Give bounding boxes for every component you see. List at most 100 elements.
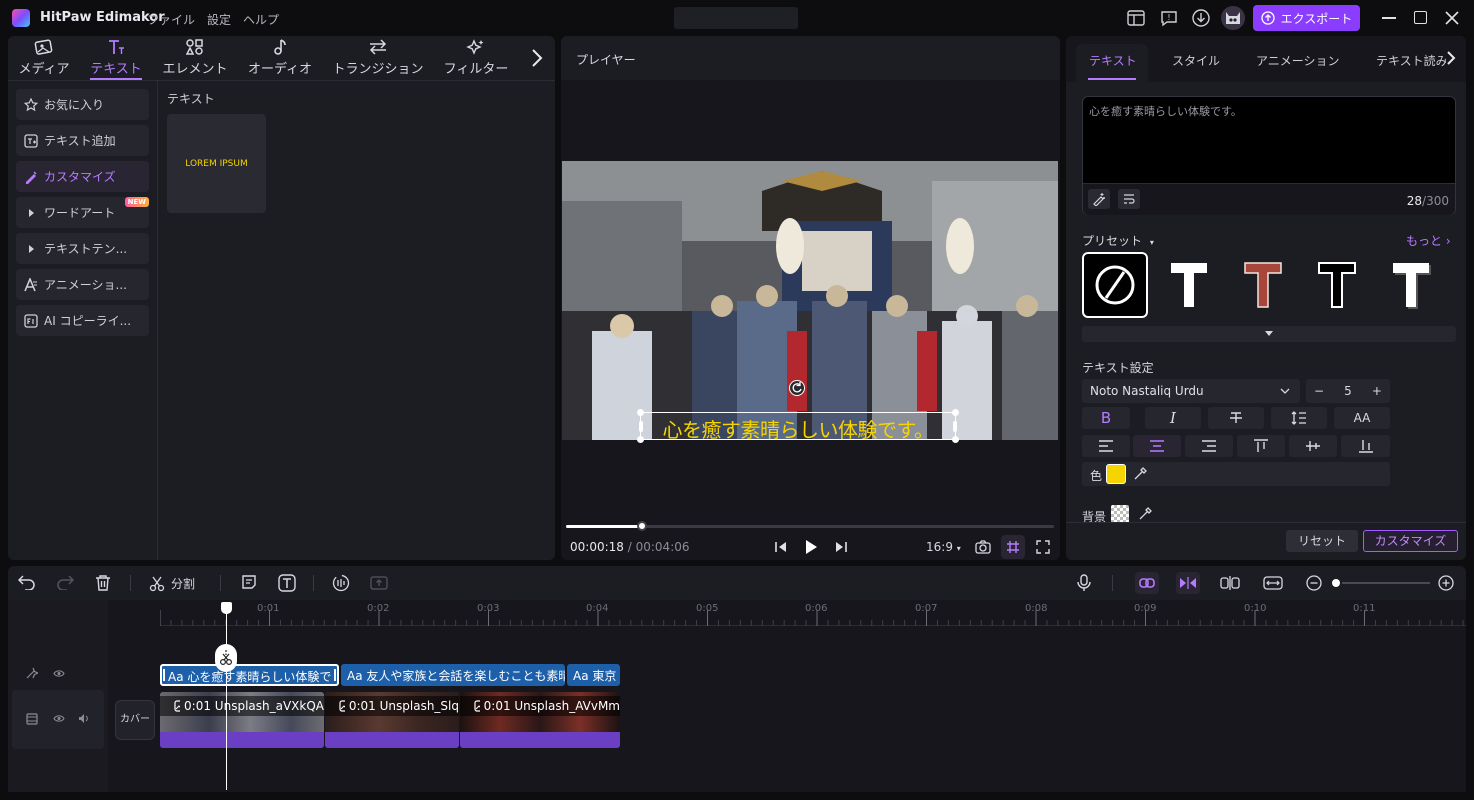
sidebar-item-animation[interactable]: アニメーショ... <box>16 269 149 300</box>
split-button[interactable]: 分割 <box>149 575 195 592</box>
uppercase-button[interactable]: AA <box>1334 407 1390 429</box>
eyedropper-icon[interactable] <box>1133 467 1147 481</box>
play-icon[interactable] <box>804 539 818 555</box>
strikethrough-button[interactable] <box>1208 407 1264 429</box>
align-middle-button[interactable] <box>1289 435 1337 457</box>
color-swatch[interactable] <box>1106 464 1126 484</box>
playback-progress-track[interactable] <box>566 521 1054 531</box>
text-template-card[interactable]: LOREM IPSUM <box>167 114 266 213</box>
eyedropper-icon[interactable] <box>1138 507 1152 521</box>
align-right-button[interactable] <box>1185 435 1233 457</box>
menu-file[interactable]: ファイル <box>147 11 195 28</box>
zoom-slider-track[interactable] <box>1330 582 1430 584</box>
aspect-ratio-select[interactable]: 16:9 ▾ <box>926 540 961 554</box>
menu-settings[interactable]: 設定 <box>207 11 231 28</box>
export-button[interactable]: エクスポート <box>1253 5 1360 31</box>
font-size-stepper[interactable]: − 5 + <box>1306 379 1390 403</box>
align-left-button[interactable] <box>1082 435 1130 457</box>
text-clip[interactable]: Aa 友人や家族と会話を楽しむことも素晴 <box>341 664 565 686</box>
zoom-in-icon[interactable] <box>1438 575 1454 591</box>
eye-icon[interactable] <box>53 714 65 723</box>
volume-icon[interactable] <box>78 713 90 724</box>
tab-text-settings[interactable]: テキスト <box>1089 52 1137 69</box>
resize-handle[interactable] <box>639 421 643 432</box>
sidebar-item-text-template[interactable]: テキストテン... <box>16 233 149 264</box>
zoom-out-icon[interactable] <box>1306 575 1322 591</box>
line-spacing-button[interactable] <box>1271 407 1327 429</box>
customize-button[interactable]: カスタマイズ <box>1363 530 1458 552</box>
undo-icon[interactable] <box>18 574 36 590</box>
playhead-split-icon[interactable] <box>215 644 237 672</box>
split-track-icon[interactable] <box>1220 576 1240 590</box>
fullscreen-icon[interactable] <box>1036 540 1050 554</box>
minimize-icon[interactable] <box>1382 17 1396 19</box>
expand-presets-button[interactable] <box>1082 326 1456 342</box>
tab-animation[interactable]: アニメーション <box>1256 52 1340 69</box>
playhead-line[interactable] <box>226 606 227 790</box>
playback-progress-knob[interactable] <box>636 521 647 531</box>
close-icon[interactable] <box>1444 10 1460 26</box>
text-clip[interactable]: Aa 心を癒す素晴らしい体験で <box>160 664 339 686</box>
background-swatch[interactable] <box>1111 505 1129 523</box>
snapshot-icon[interactable] <box>975 540 991 554</box>
video-preview[interactable] <box>562 161 1058 440</box>
tabs-next-icon[interactable] <box>1446 50 1456 66</box>
align-bottom-button[interactable] <box>1341 435 1390 457</box>
preset-none[interactable] <box>1082 252 1148 318</box>
preset-shadow[interactable] <box>1378 252 1444 318</box>
sidebar-item-add-text[interactable]: テキスト追加 <box>16 125 149 156</box>
more-presets-link[interactable]: もっと › <box>1406 232 1451 249</box>
trim-handle[interactable] <box>163 669 165 681</box>
tab-text[interactable]: テキスト <box>84 36 148 80</box>
grid-toggle-icon[interactable] <box>1001 535 1025 559</box>
redo-icon[interactable] <box>56 574 74 590</box>
resize-handle[interactable] <box>953 421 957 432</box>
reset-button[interactable]: リセット <box>1286 530 1358 552</box>
layout-icon[interactable] <box>1127 10 1145 26</box>
video-clip[interactable]: 0:01 Unsplash_Slq <box>325 692 459 748</box>
rotate-handle-icon[interactable] <box>789 380 805 396</box>
eye-icon[interactable] <box>53 669 65 678</box>
freeze-frame-icon[interactable] <box>370 574 388 592</box>
feedback-icon[interactable]: ! <box>1160 9 1178 27</box>
tab-text-to-speech[interactable]: テキスト読み <box>1376 52 1446 69</box>
text-wrap-icon[interactable] <box>1118 189 1140 209</box>
tabs-next-icon[interactable] <box>530 48 544 68</box>
video-clip[interactable]: 0:01 Unsplash_aVXkQA <box>160 692 324 748</box>
italic-button[interactable]: I <box>1145 407 1201 429</box>
tab-elements[interactable]: エレメント <box>160 36 230 80</box>
preset-white[interactable] <box>1156 252 1222 318</box>
auto-snap-icon[interactable] <box>1176 572 1200 594</box>
prev-frame-icon[interactable] <box>775 541 787 553</box>
size-decrease-button[interactable]: − <box>1314 384 1324 398</box>
zoom-slider-knob[interactable] <box>1330 577 1342 589</box>
avatar[interactable] <box>1221 6 1245 30</box>
download-icon[interactable] <box>1192 9 1210 27</box>
video-clip[interactable]: 0:01 Unsplash_AVvMm <box>460 692 620 748</box>
fit-timeline-icon[interactable] <box>1263 576 1283 590</box>
sidebar-item-ai-copy[interactable]: AI コピーライ... <box>16 305 149 336</box>
sidebar-item-customize[interactable]: カスタマイズ <box>16 161 149 192</box>
trim-handle[interactable] <box>334 669 336 681</box>
text-clip[interactable]: Aa 東京 <box>567 664 620 686</box>
microphone-icon[interactable] <box>1076 574 1092 592</box>
resize-handle[interactable] <box>952 436 959 443</box>
magnet-link-icon[interactable] <box>1135 572 1159 594</box>
sidebar-item-favorites[interactable]: お気に入り <box>16 89 149 120</box>
bold-button[interactable]: B <box>1082 407 1130 429</box>
subtitle-icon[interactable] <box>241 574 257 590</box>
size-increase-button[interactable]: + <box>1372 384 1382 398</box>
playhead-handle[interactable] <box>221 602 232 614</box>
font-select[interactable]: Noto Nastaliq Urdu <box>1082 379 1300 403</box>
tab-style[interactable]: スタイル <box>1172 52 1220 69</box>
speed-icon[interactable] <box>332 574 350 592</box>
delete-icon[interactable] <box>95 574 111 591</box>
tab-filter[interactable]: フィルター <box>438 36 514 80</box>
add-text-icon[interactable] <box>278 574 296 592</box>
cover-button[interactable]: カバー <box>115 700 155 740</box>
preset-outline[interactable] <box>1304 252 1370 318</box>
preset-red[interactable] <box>1230 252 1296 318</box>
resize-handle[interactable] <box>952 409 959 416</box>
text-input-box[interactable]: 心を癒す素晴らしい体験です。 28/300 <box>1082 96 1456 215</box>
tab-media[interactable]: メディア <box>14 36 74 80</box>
